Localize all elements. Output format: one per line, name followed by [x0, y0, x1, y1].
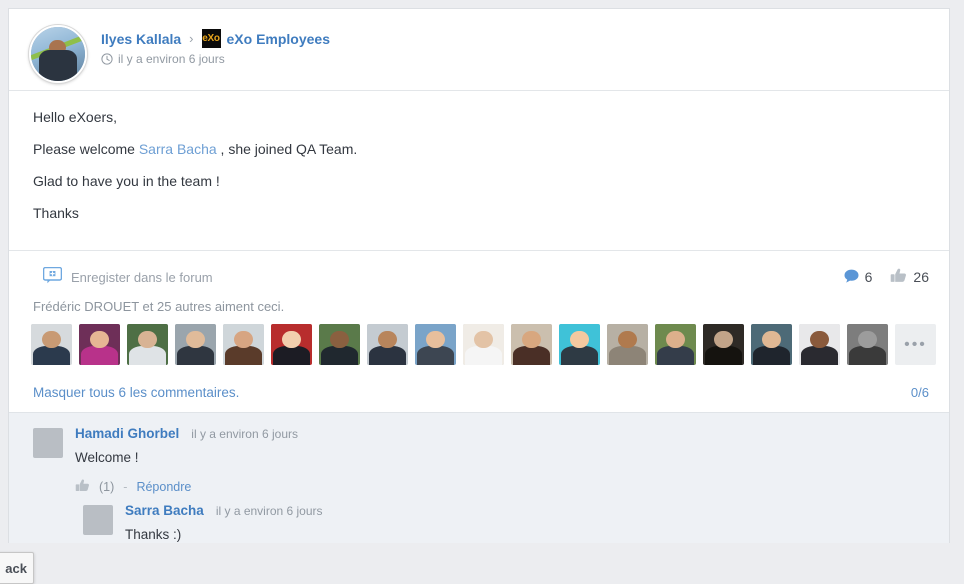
liker-avatar[interactable] — [127, 324, 168, 365]
comment-plus-icon — [42, 266, 63, 287]
reply-link[interactable]: Répondre — [136, 480, 191, 494]
author-avatar[interactable] — [29, 25, 87, 83]
activity-timestamp: il y a environ 6 jours — [118, 52, 225, 66]
activity-body-line-3: Glad to have you in the team ! — [33, 173, 220, 189]
commenter-avatar[interactable] — [33, 428, 63, 458]
liker-avatar[interactable] — [31, 324, 72, 365]
activity-counters: 6 26 — [844, 268, 929, 286]
comment-content: Hamadi Ghorbel il y a environ 6 jours We… — [75, 426, 298, 495]
liker-avatar[interactable] — [847, 324, 888, 365]
liker-avatar[interactable] — [607, 324, 648, 365]
comment-action-separator: - — [123, 480, 128, 494]
comment-bubble-icon — [844, 269, 859, 286]
activity-body: Hello eXoers, Please welcome Sarra Bacha… — [9, 91, 949, 251]
comments-counter: 0/6 — [910, 385, 929, 400]
comment-actions: (1) - Répondre — [75, 479, 298, 495]
clock-icon — [101, 53, 113, 65]
toggle-comments-link[interactable]: Masquer tous 6 les commentaires. — [33, 385, 239, 400]
like-count-value: 26 — [913, 269, 929, 285]
comments-toggle-bar: Masquer tous 6 les commentaires. 0/6 — [9, 379, 949, 413]
activity-timestamp-row: il y a environ 6 jours — [101, 52, 330, 66]
activity-header-text: Ilyes Kallala › eXo eXo Employees il y a… — [101, 23, 330, 66]
commenter-name-link[interactable]: Hamadi Ghorbel — [75, 426, 179, 441]
body-line-2-prefix: Please welcome — [33, 141, 139, 157]
liker-avatar[interactable] — [703, 324, 744, 365]
breadcrumb-chevron-icon: › — [189, 30, 194, 46]
activity-breadcrumb: Ilyes Kallala › eXo eXo Employees — [101, 29, 330, 48]
activity-header: Ilyes Kallala › eXo eXo Employees il y a… — [9, 9, 949, 91]
save-to-forum-button[interactable]: Enregister dans le forum — [42, 266, 213, 287]
comment-timestamp: il y a environ 6 jours — [215, 504, 323, 518]
body-line-2-suffix: , she joined QA Team. — [216, 141, 358, 157]
liker-avatar[interactable] — [367, 324, 408, 365]
activity-body-line-2: Please welcome Sarra Bacha , she joined … — [33, 141, 933, 157]
commenter-name-link[interactable]: Sarra Bacha — [125, 503, 204, 518]
space-name-link[interactable]: eXo Employees — [227, 30, 331, 48]
liker-avatar[interactable] — [175, 324, 216, 365]
liker-avatar[interactable] — [655, 324, 696, 365]
liker-avatar[interactable] — [463, 324, 504, 365]
like-counter[interactable]: 26 — [890, 268, 929, 286]
author-name-link[interactable]: Ilyes Kallala — [101, 30, 181, 48]
liker-avatar[interactable] — [79, 324, 120, 365]
save-to-forum-label: Enregister dans le forum — [71, 269, 213, 285]
activity-card: Ilyes Kallala › eXo eXo Employees il y a… — [8, 8, 950, 543]
comment-item: Sarra Bacha il y a environ 6 jours Thank… — [25, 495, 933, 543]
activity-stream-page: Ilyes Kallala › eXo eXo Employees il y a… — [0, 0, 964, 584]
liker-avatar[interactable] — [751, 324, 792, 365]
thumbs-up-icon[interactable] — [75, 479, 90, 495]
mentioned-user-link[interactable]: Sarra Bacha — [139, 141, 217, 157]
liker-avatar[interactable] — [511, 324, 552, 365]
likers-avatar-row: ••• — [9, 314, 949, 379]
liker-avatar[interactable] — [559, 324, 600, 365]
more-likers-button[interactable]: ••• — [895, 324, 936, 365]
activity-body-line-1: Hello eXoers, — [33, 109, 118, 125]
activity-body-line-4: Thanks — [33, 205, 79, 221]
comment-header: Sarra Bacha il y a environ 6 jours — [125, 503, 323, 518]
comment-text: Welcome ! — [75, 450, 139, 465]
comment-like-count: (1) — [99, 480, 115, 494]
comment-count-value: 6 — [864, 269, 873, 285]
thumbs-up-icon — [890, 268, 907, 286]
exo-space-logo-icon: eXo — [201, 29, 221, 48]
comment-item: Hamadi Ghorbel il y a environ 6 jours We… — [25, 423, 933, 495]
likers-summary: Frédéric DROUET et 25 autres aiment ceci… — [33, 299, 285, 314]
liker-avatar[interactable] — [223, 324, 264, 365]
activity-actions-bar: Enregister dans le forum 6 26 — [9, 251, 949, 301]
liker-avatar[interactable] — [799, 324, 840, 365]
commenter-avatar[interactable] — [83, 505, 113, 535]
comment-content: Sarra Bacha il y a environ 6 jours Thank… — [125, 503, 323, 543]
comment-header: Hamadi Ghorbel il y a environ 6 jours — [75, 426, 298, 441]
liker-avatar[interactable] — [271, 324, 312, 365]
feedback-tab[interactable]: ack — [0, 552, 34, 584]
liker-avatar[interactable] — [415, 324, 456, 365]
comment-text: Thanks :) — [125, 527, 182, 542]
comments-list: Hamadi Ghorbel il y a environ 6 jours We… — [9, 413, 949, 543]
comment-timestamp: il y a environ 6 jours — [191, 427, 298, 441]
liker-avatar[interactable] — [319, 324, 360, 365]
comment-counter[interactable]: 6 — [844, 269, 873, 286]
